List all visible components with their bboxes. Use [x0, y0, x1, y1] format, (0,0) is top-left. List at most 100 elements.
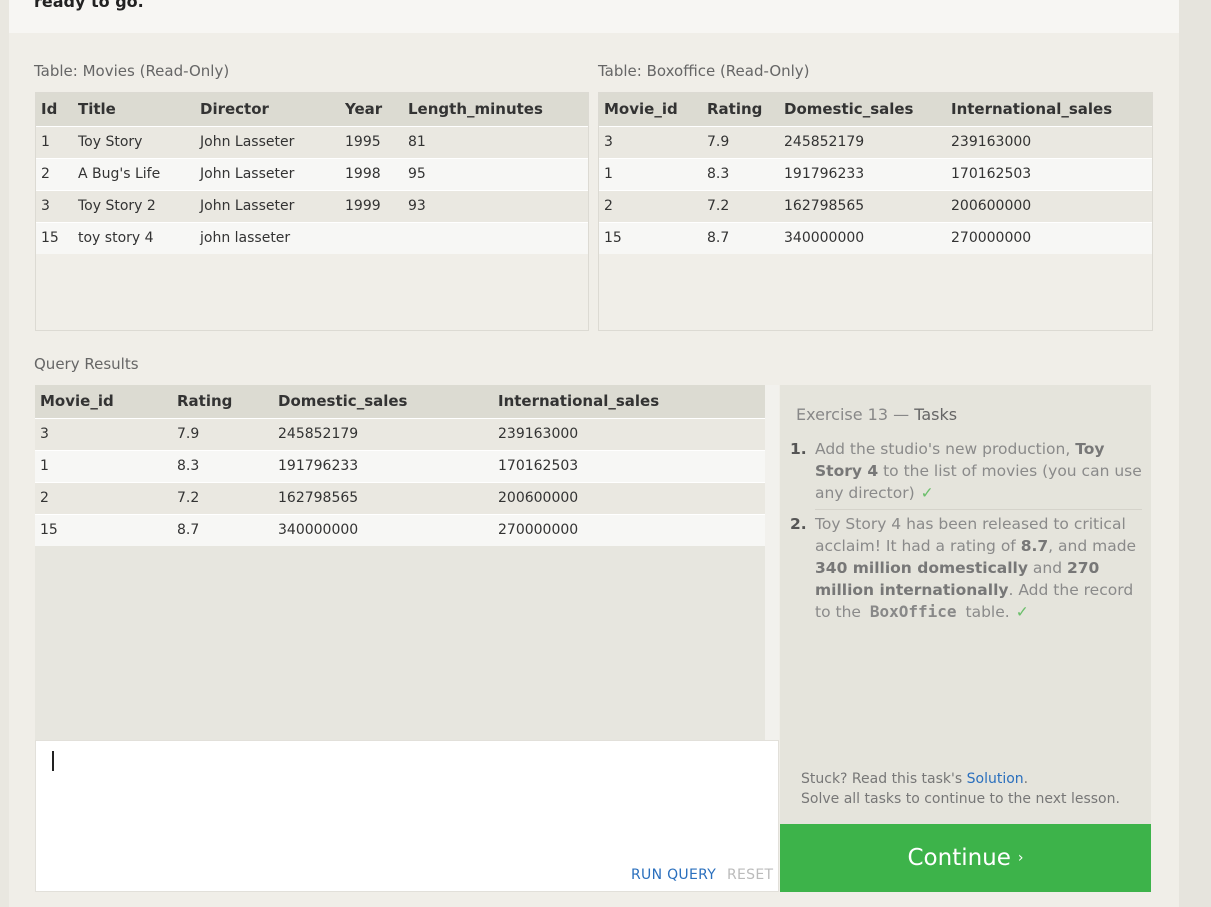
column-header: Movie_id — [599, 93, 702, 126]
table-cell: 1 — [36, 125, 73, 158]
table-row: 15 toy story 4 john lasseter — [36, 221, 588, 254]
table-cell: 270000000 — [946, 221, 1152, 254]
table-row: 15 8.7 340000000 270000000 — [599, 221, 1152, 254]
column-header: Title — [73, 93, 195, 126]
table-cell: 8.3 — [702, 157, 779, 190]
table-cell: 1999 — [340, 189, 403, 222]
query-results-table[interactable]: Movie_id Rating Domestic_sales Internati… — [35, 385, 779, 740]
table-cell: 15 — [35, 513, 172, 546]
table-cell: 7.9 — [702, 125, 779, 158]
table-row: 1 8.3 191796233 170162503 — [599, 157, 1152, 190]
continue-label: Continue — [907, 845, 1011, 871]
column-header: Domestic_sales — [273, 385, 493, 418]
lesson-page: ready to go. Table: Movies (Read-Only) I… — [9, 0, 1179, 907]
table-row: 15 8.7 340000000 270000000 — [35, 513, 765, 546]
table-cell: 162798565 — [273, 481, 493, 514]
sql-editor[interactable]: RUN QUERY RESET — [35, 740, 779, 892]
table-header-row: Movie_id Rating Domestic_sales Internati… — [35, 385, 765, 418]
table-cell: 81 — [403, 125, 588, 158]
check-icon: ✓ — [1015, 603, 1029, 621]
table-row: 1 Toy Story John Lasseter 1995 81 — [36, 125, 588, 158]
table-row: 3 7.9 245852179 239163000 — [599, 125, 1152, 158]
task-text: table. — [960, 603, 1010, 621]
table-cell: 200600000 — [493, 481, 765, 514]
check-icon: ✓ — [920, 484, 934, 502]
column-header: International_sales — [946, 93, 1152, 126]
column-header: Director — [195, 93, 340, 126]
table-cell: 191796233 — [273, 449, 493, 482]
solve-all-text: Solve all tasks to continue to the next … — [801, 791, 1120, 807]
run-query-button[interactable]: RUN QUERY — [631, 867, 716, 883]
table-cell: 245852179 — [273, 417, 493, 450]
table-cell: 2 — [36, 157, 73, 190]
query-results-label: Query Results — [34, 355, 139, 373]
table-cell: Toy Story — [73, 125, 195, 158]
table-cell: 245852179 — [779, 125, 946, 158]
table-row: 1 8.3 191796233 170162503 — [35, 449, 765, 482]
task-item-1: 1. Add the studio's new production, Toy … — [790, 438, 1142, 504]
table-row: 3 7.9 245852179 239163000 — [35, 417, 765, 450]
table-cell: Toy Story 2 — [73, 189, 195, 222]
table-cell: toy story 4 — [73, 221, 195, 254]
table-row: 2 7.2 162798565 200600000 — [35, 481, 765, 514]
table-cell: 200600000 — [946, 189, 1152, 222]
stuck-prefix: Stuck? Read this task's — [801, 771, 967, 787]
table-cell: 270000000 — [493, 513, 765, 546]
task-code: BoxOffice — [869, 602, 957, 621]
table-cell: 1998 — [340, 157, 403, 190]
continue-button[interactable]: Continue › — [780, 824, 1151, 892]
task-bold: 8.7 — [1020, 537, 1049, 555]
stuck-suffix: . — [1023, 771, 1029, 787]
intro-panel: ready to go. — [9, 0, 1179, 33]
table-cell: 8.7 — [702, 221, 779, 254]
table-cell: 2 — [599, 189, 702, 222]
table-cell: 170162503 — [946, 157, 1152, 190]
table-row: 3 Toy Story 2 John Lasseter 1999 93 — [36, 189, 588, 222]
table-cell: 7.2 — [172, 481, 273, 514]
table-cell: 1995 — [340, 125, 403, 158]
table-cell: 15 — [599, 221, 702, 254]
table-header-row: Id Title Director Year Length_minutes — [36, 93, 588, 126]
table-cell: 7.2 — [702, 189, 779, 222]
column-header: Id — [36, 93, 73, 126]
table-cell: 340000000 — [273, 513, 493, 546]
table-cell: 340000000 — [779, 221, 946, 254]
tasks-panel: Exercise 13 — Tasks 1. Add the studio's … — [780, 385, 1151, 824]
solution-link[interactable]: Solution — [967, 771, 1024, 787]
column-header: Domestic_sales — [779, 93, 946, 126]
table-cell: john lasseter — [195, 221, 340, 254]
table-cell: John Lasseter — [195, 189, 340, 222]
table-row: 2 A Bug's Life John Lasseter 1998 95 — [36, 157, 588, 190]
table-cell: 93 — [403, 189, 588, 222]
column-header: Length_minutes — [403, 93, 588, 126]
table-header-row: Movie_id Rating Domestic_sales Internati… — [599, 93, 1152, 126]
table-cell — [340, 221, 403, 254]
table-row: 2 7.2 162798565 200600000 — [599, 189, 1152, 222]
tasks-title-strong: Tasks — [914, 405, 958, 424]
column-header: Movie_id — [35, 385, 172, 418]
column-header: Year — [340, 93, 403, 126]
movies-table: Id Title Director Year Length_minutes 1 … — [35, 92, 589, 331]
table-cell: 15 — [36, 221, 73, 254]
table-cell: 3 — [599, 125, 702, 158]
table-cell: 1 — [35, 449, 172, 482]
table-cell: 3 — [36, 189, 73, 222]
table-cell: 162798565 — [779, 189, 946, 222]
task-divider — [815, 509, 1142, 510]
movies-table-label: Table: Movies (Read-Only) — [34, 62, 230, 80]
tasks-title: Exercise 13 — Tasks — [796, 405, 957, 424]
table-cell — [403, 221, 588, 254]
table-cell: 170162503 — [493, 449, 765, 482]
table-cell: 2 — [35, 481, 172, 514]
chevron-right-icon: › — [1017, 850, 1024, 866]
text-caret — [52, 751, 54, 771]
table-cell: 191796233 — [779, 157, 946, 190]
table-cell: 7.9 — [172, 417, 273, 450]
table-cell: John Lasseter — [195, 157, 340, 190]
reset-button[interactable]: RESET — [727, 867, 773, 883]
table-cell: 8.3 — [172, 449, 273, 482]
task-text: Add the studio's new production, — [815, 440, 1076, 458]
task-item-2: 2. Toy Story 4 has been released to crit… — [790, 513, 1142, 623]
table-cell: 8.7 — [172, 513, 273, 546]
table-cell: 3 — [35, 417, 172, 450]
